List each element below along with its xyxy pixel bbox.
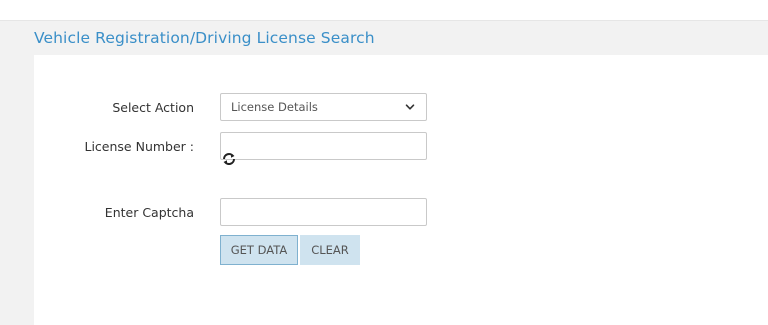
clear-button[interactable]: CLEAR <box>300 235 360 265</box>
chevron-down-icon <box>405 104 415 110</box>
select-action-value: License Details <box>231 100 318 114</box>
captcha-label: Enter Captcha <box>104 205 194 220</box>
refresh-captcha-icon[interactable] <box>221 151 237 167</box>
license-number-label: License Number : <box>84 139 195 154</box>
top-bar <box>0 0 768 20</box>
license-number-input[interactable] <box>220 132 427 160</box>
captcha-input[interactable] <box>220 198 427 226</box>
get-data-button[interactable]: GET DATA <box>220 235 298 265</box>
select-action-dropdown[interactable]: License Details <box>220 93 427 121</box>
select-action-label: Select Action <box>112 100 194 115</box>
panel-title: Vehicle Registration/Driving License Sea… <box>34 29 375 47</box>
search-form: Select Action License Details License Nu… <box>34 55 768 325</box>
search-panel: Vehicle Registration/Driving License Sea… <box>0 20 768 325</box>
